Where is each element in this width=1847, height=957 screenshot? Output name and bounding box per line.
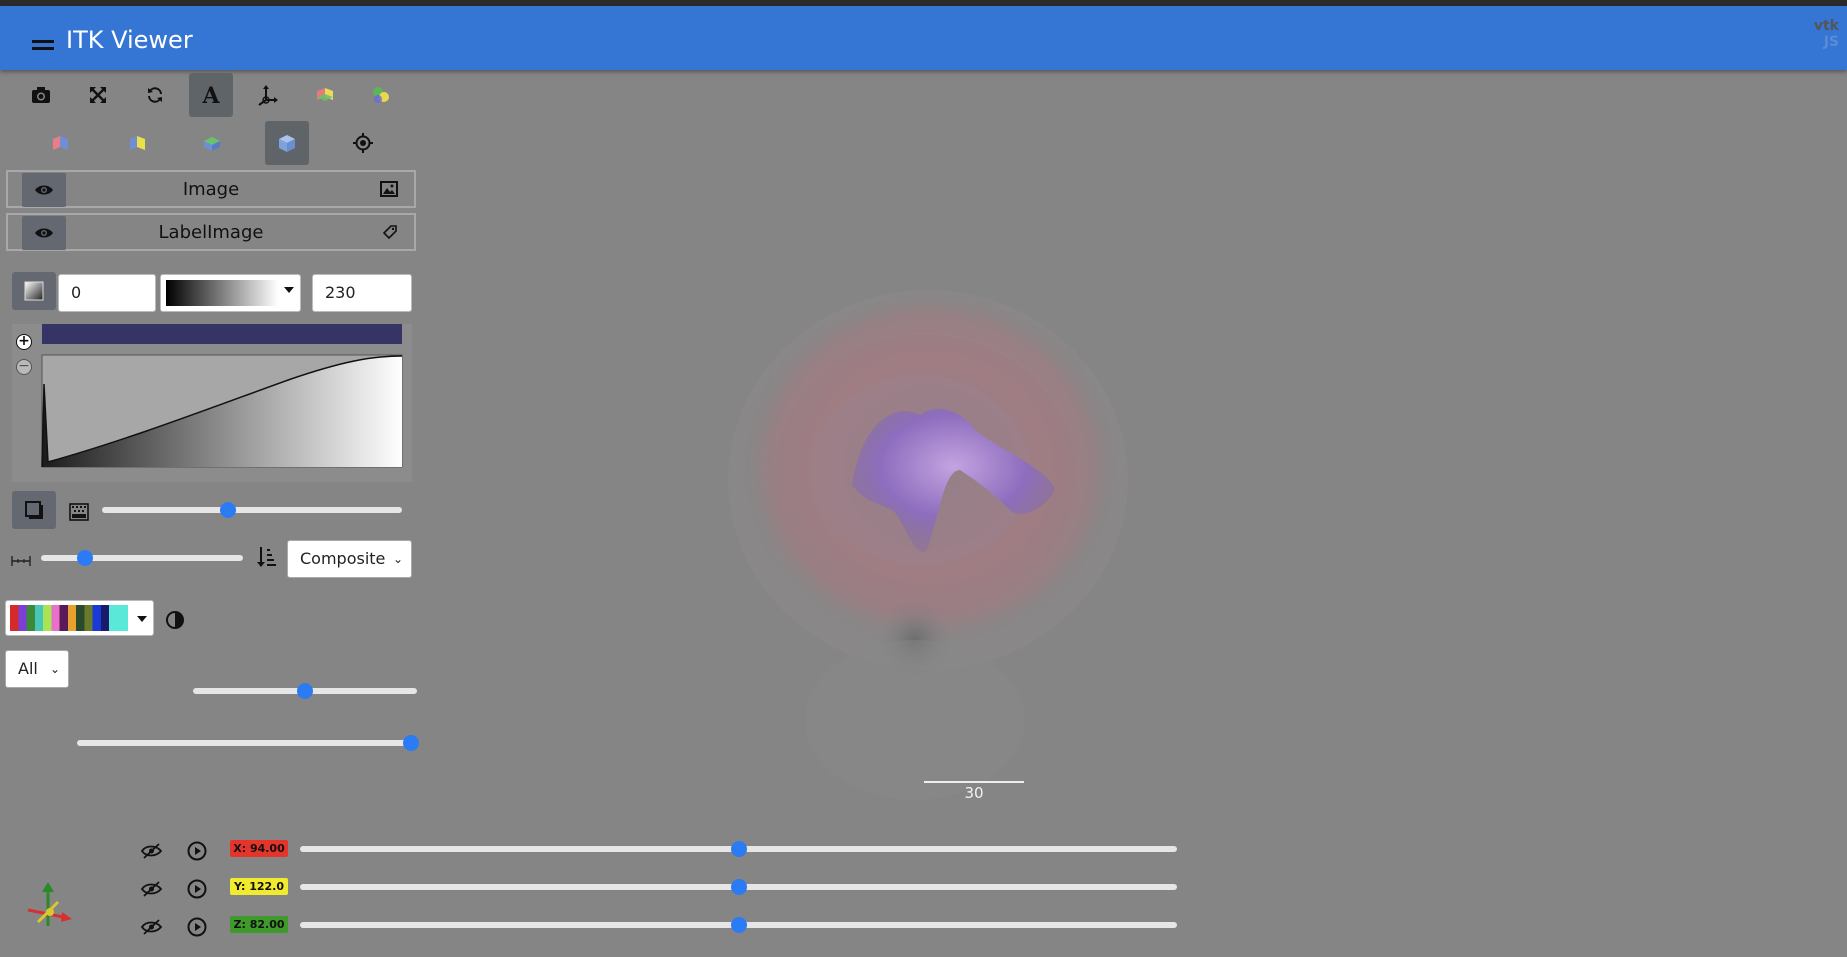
camera-icon <box>32 87 50 103</box>
color-range-min-input[interactable]: 0 <box>58 274 156 312</box>
chevron-down-icon <box>137 616 147 622</box>
shadow-icon <box>25 501 43 519</box>
contrast-icon <box>165 610 185 634</box>
label-select[interactable]: All ⌄ <box>5 650 69 688</box>
x-plane-view-button[interactable] <box>38 121 82 165</box>
y-slice-slider[interactable] <box>300 879 1177 895</box>
play-icon[interactable] <box>187 917 207 937</box>
scale-bar-label: 30 <box>964 784 984 802</box>
scale-bar <box>924 781 1024 783</box>
slice-row-y: Y: 122.0 <box>0 875 1200 905</box>
x-slice-label: X: 94.00 <box>230 840 288 857</box>
vtkjs-logo: vtk JS <box>1813 18 1839 50</box>
layer-visibility-toggle[interactable] <box>22 216 66 250</box>
image-layer-type <box>380 181 398 201</box>
z-plane-view-button[interactable] <box>190 121 234 165</box>
fullscreen-icon <box>90 87 106 103</box>
y-plane-view-button[interactable] <box>115 121 159 165</box>
svg-text:A: A <box>201 84 220 106</box>
image-icon <box>380 181 398 197</box>
volume-icon <box>279 135 295 152</box>
gradient-square-icon <box>24 281 44 301</box>
fullscreen-button[interactable] <box>76 73 120 117</box>
eye-slash-icon[interactable] <box>141 919 163 935</box>
sample-distance-slider[interactable] <box>41 550 243 566</box>
zoom-out-button[interactable]: − <box>16 359 32 375</box>
eye-slash-icon[interactable] <box>141 881 163 897</box>
z-slice-slider[interactable] <box>300 917 1177 933</box>
slider-thumb[interactable] <box>77 550 94 566</box>
blend-icon <box>373 87 389 103</box>
layer-labelimage[interactable]: LabelImage <box>6 213 416 251</box>
annotations-icon: A <box>201 84 220 106</box>
label-tag-icon <box>382 225 397 240</box>
blend-toggle[interactable] <box>359 73 403 117</box>
chevron-down-icon <box>284 287 294 293</box>
sort-order-icon <box>257 546 277 572</box>
label-colormap-preview <box>10 605 128 631</box>
colormap-preview <box>166 280 278 306</box>
axes-toggle[interactable] <box>246 73 290 117</box>
colormap-select[interactable] <box>160 274 301 312</box>
layer-visibility-toggle[interactable] <box>22 173 66 207</box>
opacity-curve[interactable] <box>41 354 403 468</box>
z-plane-icon <box>204 137 220 151</box>
label-opacity-slider[interactable] <box>193 683 417 699</box>
play-icon[interactable] <box>187 879 207 899</box>
gradient-opacity-slider[interactable] <box>102 502 402 518</box>
shadow-toggle[interactable] <box>12 491 56 529</box>
chevron-down-icon: ⌄ <box>49 662 60 676</box>
view-planes-toggle[interactable] <box>302 73 346 117</box>
transfer-function-editor[interactable]: + − <box>12 324 412 482</box>
rotate-icon <box>148 87 162 103</box>
gradient-opacity-icon <box>69 503 89 525</box>
slider-thumb[interactable] <box>403 735 419 751</box>
slider-thumb[interactable] <box>730 917 747 933</box>
colormap-bar <box>42 324 402 344</box>
label-layer-type <box>382 224 398 244</box>
slider-thumb[interactable] <box>297 683 313 699</box>
menu-collapse-button[interactable] <box>32 40 54 52</box>
label-weight-slider[interactable] <box>77 735 419 751</box>
reset-camera-button[interactable] <box>341 121 385 165</box>
app-title: ITK Viewer <box>66 26 193 54</box>
layer-image[interactable]: Image <box>6 170 416 208</box>
y-slice-label: Y: 122.0 <box>230 878 288 895</box>
x-plane-icon <box>53 136 68 150</box>
x-slice-slider[interactable] <box>300 841 1177 857</box>
play-icon[interactable] <box>187 841 207 861</box>
eye-slash-icon[interactable] <box>141 843 163 859</box>
sample-distance-icon <box>11 552 31 571</box>
rotate-button[interactable] <box>133 73 177 117</box>
slider-thumb[interactable] <box>730 879 747 895</box>
slider-thumb[interactable] <box>220 502 236 518</box>
blend-mode-select[interactable]: Composite ⌄ <box>287 540 412 578</box>
slice-row-z: Z: 82.00 <box>0 913 1200 943</box>
control-panel: A Image LabelImage 0 230 + − Composite ⌄… <box>0 70 420 953</box>
eye-icon <box>35 185 53 195</box>
layer-name: LabelImage <box>158 222 264 243</box>
slider-thumb[interactable] <box>730 841 747 857</box>
chevron-down-icon: ⌄ <box>392 552 403 566</box>
zoom-in-button[interactable]: + <box>16 334 32 350</box>
screenshot-button[interactable] <box>19 73 63 117</box>
axes-icon <box>258 85 278 106</box>
z-slice-label: Z: 82.00 <box>230 916 288 933</box>
annotations-toggle[interactable]: A <box>189 73 233 117</box>
volume-view-button[interactable] <box>265 121 309 165</box>
eye-icon <box>35 228 53 238</box>
view-planes-icon <box>317 88 333 101</box>
volume-rendering <box>728 290 1128 800</box>
layer-name: Image <box>182 179 240 200</box>
render-viewport[interactable] <box>420 70 1847 953</box>
app-bar: ITK Viewer vtk JS <box>0 6 1847 70</box>
y-plane-icon <box>130 136 145 150</box>
color-range-max-input[interactable]: 230 <box>312 274 412 312</box>
label-colormap-select[interactable] <box>5 600 154 636</box>
slice-row-x: X: 94.00 <box>0 837 1200 867</box>
colormap-toggle-button[interactable] <box>12 272 56 310</box>
reset-camera-icon <box>353 133 373 153</box>
